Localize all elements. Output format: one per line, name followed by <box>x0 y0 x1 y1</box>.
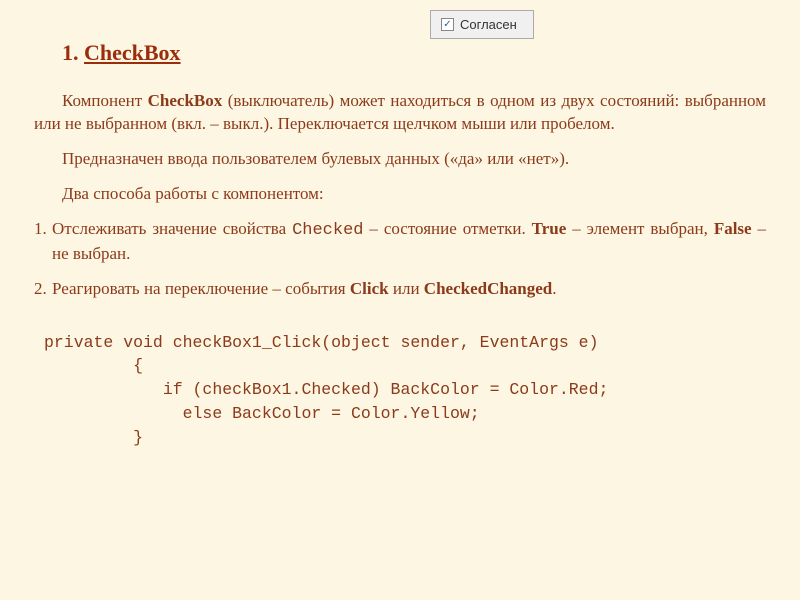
component-name: CheckBox <box>148 91 223 110</box>
section-heading: 1. CheckBox <box>62 40 766 66</box>
heading-title: CheckBox <box>84 40 181 65</box>
code-line: { <box>44 356 143 375</box>
text: Реагировать на переключение – события <box>52 279 350 298</box>
code-line: if (checkBox1.Checked) BackColor = Color… <box>44 380 608 399</box>
numbered-list: Отслеживать значение свойства Checked – … <box>34 218 766 301</box>
text: Компонент <box>62 91 148 110</box>
bool-false: False <box>714 219 752 238</box>
paragraph-1: Компонент CheckBox (выключатель) может н… <box>34 90 766 136</box>
text: . <box>552 279 556 298</box>
property-name: Checked <box>292 221 363 240</box>
paragraph-3: Два способа работы с компонентом: <box>34 183 766 206</box>
list-item: Отслеживать значение свойства Checked – … <box>34 218 766 266</box>
list-item: Реагировать на переключение – события Cl… <box>34 278 766 301</box>
checkbox-label: Согласен <box>460 17 517 32</box>
event-click: Click <box>350 279 389 298</box>
document-body: 1. CheckBox Компонент CheckBox (выключат… <box>0 0 800 470</box>
checkmark-icon: ✓ <box>443 20 451 30</box>
event-checkedchanged: CheckedChanged <box>424 279 552 298</box>
code-line: } <box>44 428 143 447</box>
code-line: else BackColor = Color.Yellow; <box>44 404 480 423</box>
text: Отслеживать значение свойства <box>52 219 292 238</box>
code-sample: private void checkBox1_Click(object send… <box>44 331 766 451</box>
paragraph-2: Предназначен ввода пользователем булевых… <box>34 148 766 171</box>
heading-number: 1. <box>62 40 79 65</box>
text: или <box>389 279 424 298</box>
checkbox-example-widget: ✓ Согласен <box>430 10 534 39</box>
checkbox-icon[interactable]: ✓ <box>441 18 454 31</box>
code-line: private void checkBox1_Click(object send… <box>44 333 599 352</box>
text: – состояние отметки. <box>364 219 532 238</box>
bool-true: True <box>532 219 567 238</box>
text: – элемент выбран, <box>566 219 714 238</box>
